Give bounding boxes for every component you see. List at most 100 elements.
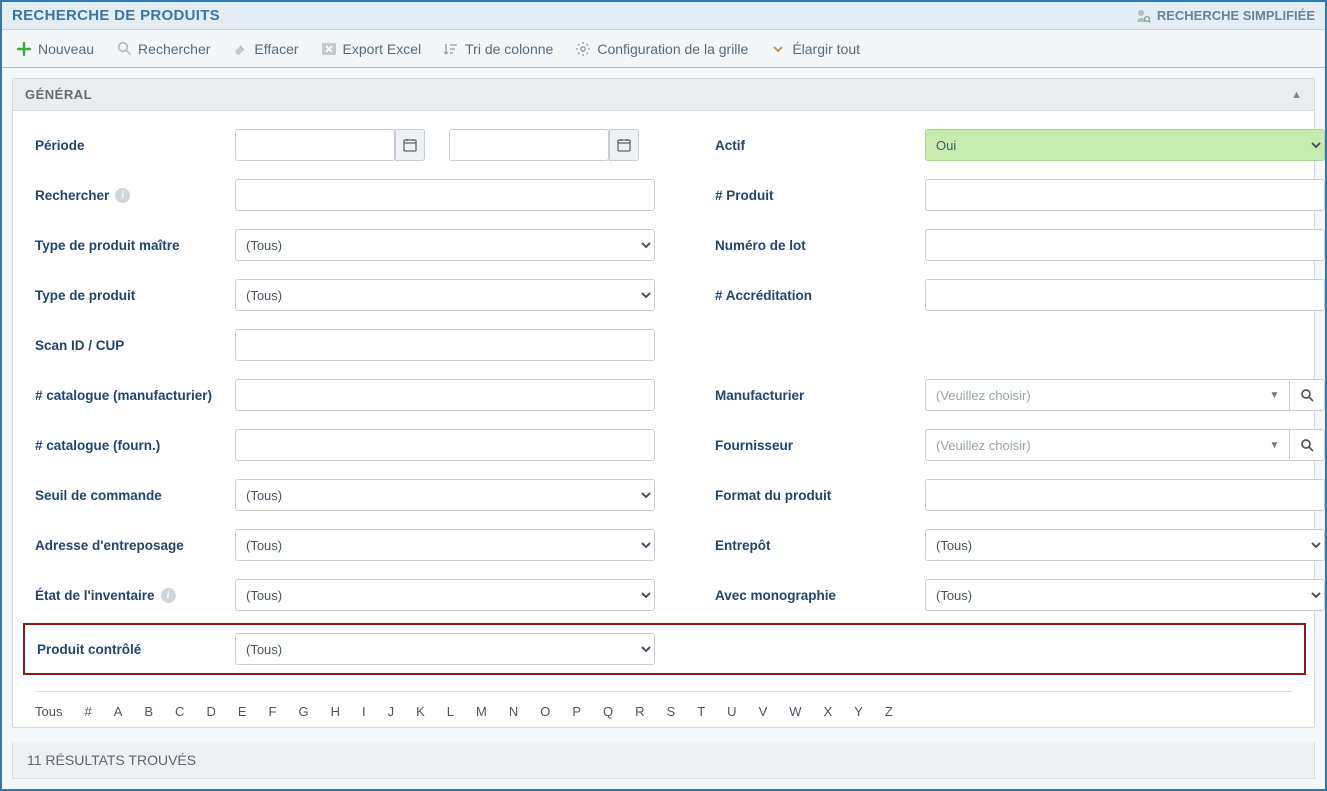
- num-accred-input[interactable]: [925, 279, 1325, 311]
- catalogue-fourn-input[interactable]: [235, 429, 655, 461]
- alpha-filter-o[interactable]: O: [540, 704, 550, 719]
- alpha-filter-v[interactable]: V: [759, 704, 768, 719]
- alpha-filter-q[interactable]: Q: [603, 704, 613, 719]
- calendar-icon[interactable]: [609, 129, 639, 161]
- num-accred-label: # Accréditation: [715, 288, 925, 303]
- title-bar: RECHERCHE DE PRODUITS RECHERCHE SIMPLIFI…: [2, 2, 1325, 30]
- fournisseur-label: Fournisseur: [715, 438, 925, 453]
- alpha-filter-e[interactable]: E: [238, 704, 247, 719]
- alpha-filter-x[interactable]: X: [824, 704, 833, 719]
- alpha-filter-bar: Tous # A B C D E F G H I J K L M N O P Q R S T U V W X Y Z: [35, 691, 1292, 719]
- alpha-filter-p[interactable]: P: [572, 704, 581, 719]
- rechercher-button[interactable]: Rechercher: [116, 41, 210, 57]
- panel-header[interactable]: GÉNÉRAL ▲: [13, 79, 1314, 111]
- produit-controle-select[interactable]: (Tous): [235, 633, 655, 665]
- seuil-commande-select[interactable]: (Tous): [235, 479, 655, 511]
- type-maitre-label: Type de produit maître: [35, 238, 235, 253]
- adresse-entrep-select[interactable]: (Tous): [235, 529, 655, 561]
- catalogue-manuf-input[interactable]: [235, 379, 655, 411]
- config-grille-label: Configuration de la grille: [597, 41, 748, 57]
- elargir-tout-label: Élargir tout: [792, 41, 860, 57]
- alpha-filter-b[interactable]: B: [144, 704, 153, 719]
- manufacturier-combo[interactable]: (Veuillez choisir)▼: [925, 379, 1290, 411]
- num-lot-input[interactable]: [925, 229, 1325, 261]
- rechercher-input[interactable]: [235, 179, 655, 211]
- type-produit-select[interactable]: (Tous): [235, 279, 655, 311]
- alpha-filter-s[interactable]: S: [667, 704, 676, 719]
- alpha-filter-d[interactable]: D: [206, 704, 215, 719]
- num-lot-label: Numéro de lot: [715, 238, 925, 253]
- alpha-filter-t[interactable]: T: [697, 704, 705, 719]
- config-grille-button[interactable]: Configuration de la grille: [575, 41, 748, 57]
- manufacturier-label: Manufacturier: [715, 388, 925, 403]
- alpha-filter-k[interactable]: K: [416, 704, 425, 719]
- scan-id-input[interactable]: [235, 329, 655, 361]
- sort-icon: [443, 41, 459, 57]
- fournisseur-combo[interactable]: (Veuillez choisir)▼: [925, 429, 1290, 461]
- calendar-icon[interactable]: [395, 129, 425, 161]
- alpha-filter-tous[interactable]: Tous: [35, 704, 62, 719]
- rechercher-label: Rechercher: [138, 41, 210, 57]
- alpha-filter-l[interactable]: L: [447, 704, 454, 719]
- effacer-button[interactable]: Effacer: [232, 41, 298, 57]
- fournisseur-search-button[interactable]: [1290, 429, 1325, 461]
- alpha-filter-r[interactable]: R: [635, 704, 644, 719]
- entrepot-select[interactable]: (Tous): [925, 529, 1325, 561]
- periode-from-input[interactable]: [235, 129, 395, 161]
- caret-down-icon: ▼: [1269, 440, 1279, 451]
- alpha-filter-h[interactable]: H: [331, 704, 340, 719]
- effacer-label: Effacer: [254, 41, 298, 57]
- chevron-down-icon: [770, 41, 786, 57]
- catalogue-manuf-label: # catalogue (manufacturier): [35, 388, 235, 403]
- type-maitre-select[interactable]: (Tous): [235, 229, 655, 261]
- num-produit-input[interactable]: [925, 179, 1325, 211]
- elargir-tout-button[interactable]: Élargir tout: [770, 41, 860, 57]
- manufacturier-search-button[interactable]: [1290, 379, 1325, 411]
- alpha-filter-u[interactable]: U: [727, 704, 736, 719]
- periode-to-input[interactable]: [449, 129, 609, 161]
- page-title: RECHERCHE DE PRODUITS: [12, 7, 220, 24]
- seuil-commande-label: Seuil de commande: [35, 488, 235, 503]
- eraser-icon: [232, 41, 248, 57]
- type-produit-label: Type de produit: [35, 288, 235, 303]
- alpha-filter-i[interactable]: I: [362, 704, 366, 719]
- plus-icon: [16, 41, 32, 57]
- tri-colonne-label: Tri de colonne: [465, 41, 553, 57]
- toolbar: Nouveau Rechercher Effacer Export Excel …: [2, 30, 1325, 68]
- alpha-filter-w[interactable]: W: [789, 704, 801, 719]
- catalogue-fourn-label: # catalogue (fourn.): [35, 438, 235, 453]
- panel-title: GÉNÉRAL: [25, 87, 92, 102]
- alpha-filter-m[interactable]: M: [476, 704, 487, 719]
- alpha-filter-z[interactable]: Z: [885, 704, 893, 719]
- avec-mono-label: Avec monographie: [715, 588, 925, 603]
- alpha-filter-f[interactable]: F: [269, 704, 277, 719]
- scan-id-label: Scan ID / CUP: [35, 338, 235, 353]
- alpha-filter-a[interactable]: A: [114, 704, 123, 719]
- actif-select[interactable]: Oui: [925, 129, 1325, 161]
- produit-controle-row: Produit contrôlé (Tous): [23, 623, 1306, 675]
- alpha-filter-g[interactable]: G: [298, 704, 308, 719]
- alpha-filter-#[interactable]: #: [84, 704, 91, 719]
- adresse-entrep-label: Adresse d'entreposage: [35, 538, 235, 553]
- alpha-filter-j[interactable]: J: [388, 704, 395, 719]
- nouveau-label: Nouveau: [38, 41, 94, 57]
- etat-inventaire-select[interactable]: (Tous): [235, 579, 655, 611]
- alpha-filter-c[interactable]: C: [175, 704, 184, 719]
- search-icon: [116, 41, 132, 57]
- alpha-filter-n[interactable]: N: [509, 704, 518, 719]
- simple-search-link[interactable]: RECHERCHE SIMPLIFIÉE: [1135, 8, 1315, 24]
- format-produit-label: Format du produit: [715, 488, 925, 503]
- alpha-filter-y[interactable]: Y: [854, 704, 863, 719]
- produit-controle-label: Produit contrôlé: [35, 642, 235, 657]
- avec-mono-select[interactable]: (Tous): [925, 579, 1325, 611]
- export-excel-button[interactable]: Export Excel: [321, 41, 422, 57]
- info-icon: i: [115, 188, 130, 203]
- gear-icon: [575, 41, 591, 57]
- tri-colonne-button[interactable]: Tri de colonne: [443, 41, 553, 57]
- excel-icon: [321, 41, 337, 57]
- nouveau-button[interactable]: Nouveau: [16, 41, 94, 57]
- results-count: 11 RÉSULTATS TROUVÉS: [12, 742, 1315, 779]
- format-produit-input[interactable]: [925, 479, 1325, 511]
- collapse-icon: ▲: [1291, 89, 1302, 101]
- num-produit-label: # Produit: [715, 188, 925, 203]
